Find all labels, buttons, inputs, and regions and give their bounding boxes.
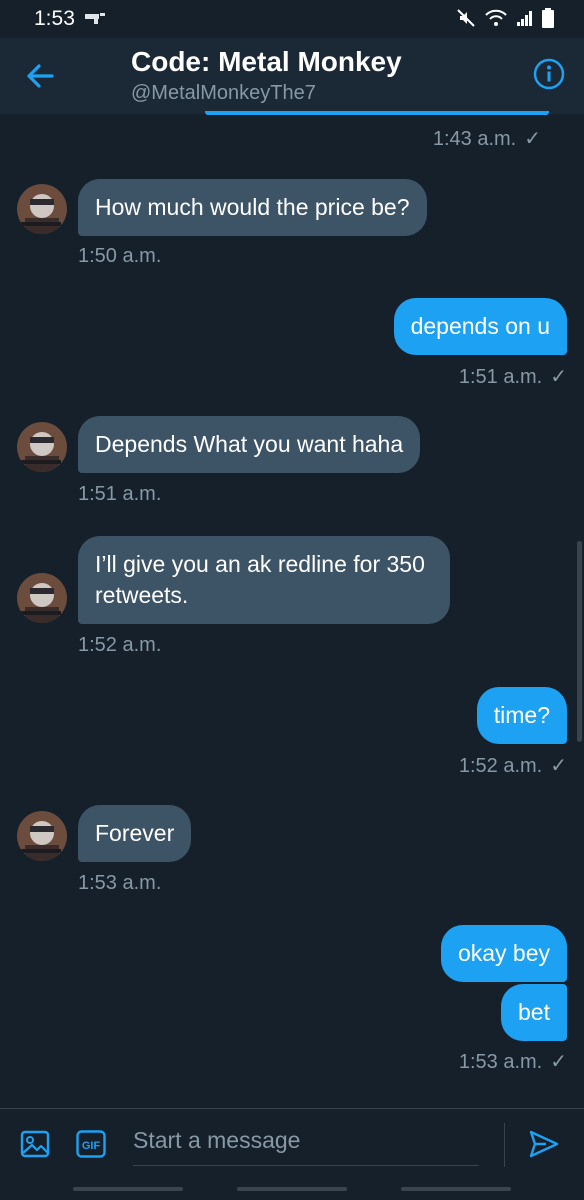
message-timestamp: 1:53 a.m. ✓ (458, 1051, 567, 1073)
message-bubble-outgoing[interactable]: okay bey (440, 925, 567, 982)
conversation-header: Code: Metal Monkey @MetalMonkeyThe7 (0, 38, 584, 114)
message-bubble-incoming[interactable]: I’ll give you an ak redline for 350 retw… (78, 536, 450, 624)
notification-icon (85, 13, 105, 24)
message-timestamp: 1:53 a.m. (78, 872, 162, 894)
conversation-handle[interactable]: @MetalMonkeyThe7 (131, 82, 316, 105)
nav-back[interactable] (401, 1187, 511, 1191)
input-underline (133, 1165, 479, 1166)
read-check-icon: ✓ (524, 128, 541, 150)
message-bubble-incoming[interactable]: Depends What you want haha (78, 416, 421, 473)
message-timestamp: 1:52 a.m. ✓ (458, 755, 567, 777)
message-composer: GIF Start a message (0, 1108, 584, 1179)
message-bubble-incoming[interactable]: How much would the price be? (78, 179, 427, 236)
info-icon[interactable] (533, 58, 565, 90)
message-bubble-incoming[interactable]: Forever (78, 805, 192, 862)
read-check-icon: ✓ (550, 1051, 567, 1073)
nav-recent-apps[interactable] (73, 1187, 183, 1191)
image-icon[interactable] (20, 1129, 50, 1159)
mute-icon (457, 9, 475, 27)
avatar[interactable] (17, 184, 67, 234)
battery-icon (542, 8, 554, 28)
message-bubble-partial[interactable] (205, 111, 549, 115)
wifi-icon (485, 9, 507, 26)
avatar[interactable] (17, 422, 67, 472)
message-timestamp: 1:50 a.m. (78, 245, 162, 267)
back-arrow-icon[interactable] (22, 58, 58, 94)
gif-icon[interactable]: GIF (76, 1130, 106, 1158)
message-bubble-outgoing[interactable]: time? (476, 687, 567, 744)
message-bubble-outgoing[interactable]: bet (501, 984, 567, 1041)
message-timestamp: 1:51 a.m. (78, 483, 162, 505)
message-input[interactable]: Start a message (133, 1127, 300, 1154)
system-navigation-bar (0, 1178, 584, 1200)
signal-icon (517, 11, 532, 26)
message-timestamp: 1:51 a.m. ✓ (458, 366, 567, 388)
send-icon[interactable] (528, 1128, 560, 1160)
gif-label: GIF (82, 1140, 101, 1152)
read-check-icon: ✓ (550, 366, 567, 388)
conversation-title[interactable]: Code: Metal Monkey (131, 46, 402, 78)
read-check-icon: ✓ (550, 755, 567, 777)
message-timestamp: 1:43 a.m. ✓ (432, 128, 541, 150)
status-time: 1:53 (34, 7, 75, 30)
avatar[interactable] (17, 811, 67, 861)
scrollbar[interactable] (577, 541, 582, 742)
composer-divider (504, 1123, 505, 1167)
nav-home[interactable] (237, 1187, 347, 1191)
message-bubble-outgoing[interactable]: depends on u (393, 298, 567, 355)
status-bar: 1:53 (0, 0, 584, 38)
message-timestamp: 1:52 a.m. (78, 634, 162, 656)
avatar[interactable] (17, 573, 67, 623)
